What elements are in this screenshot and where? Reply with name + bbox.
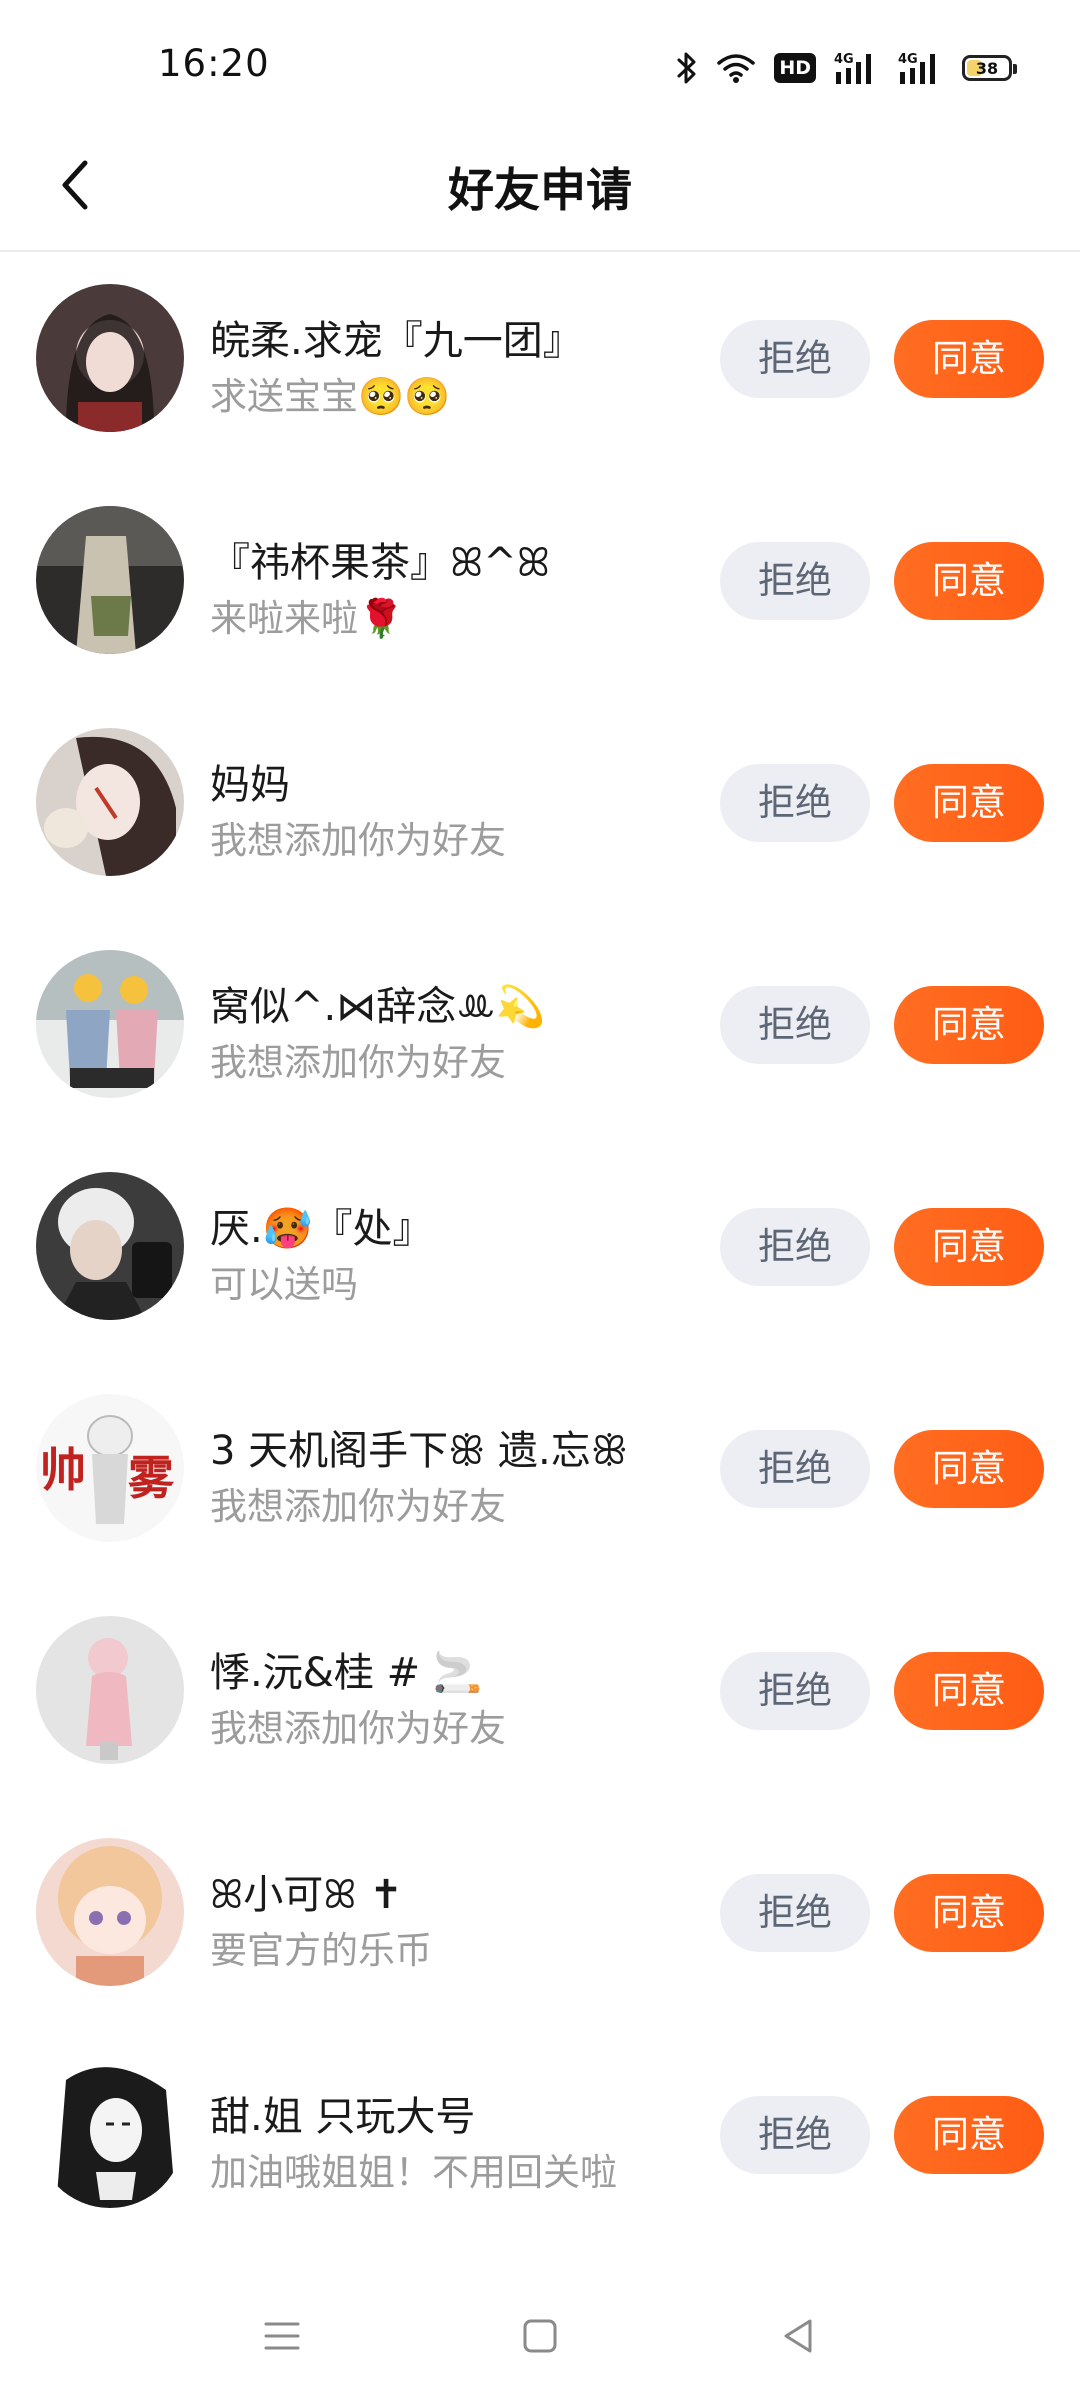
battery-icon: 38: [962, 55, 1017, 81]
reject-button[interactable]: 拒绝: [720, 986, 870, 1064]
avatar[interactable]: [36, 1172, 184, 1320]
accept-button[interactable]: 同意: [894, 986, 1044, 1064]
friend-name: 妈妈: [210, 762, 290, 808]
svg-text:4G: 4G: [834, 52, 854, 67]
friend-message: 我想添加你为好友: [210, 1707, 506, 1750]
status-icons: HD 4G 4G 38: [676, 46, 1017, 90]
avatar[interactable]: [36, 728, 184, 876]
friend-request-row: 甜.姐 只玩大号 加油哦姐姐！不用回关啦 拒绝 同意: [0, 2028, 1080, 2250]
back-triangle-icon[interactable]: [774, 2312, 822, 2360]
home-square-icon[interactable]: [516, 2312, 564, 2360]
reject-button[interactable]: 拒绝: [720, 1874, 870, 1952]
status-bar: 16:20 HD 4G 4G 38: [0, 0, 1080, 130]
friend-name: 悸.沅&桂 # 🚬: [210, 1650, 483, 1696]
header: 好友申请: [0, 130, 1080, 252]
friend-name: 3 天机阁手下ꕥ 遗.忘ꕥ: [210, 1428, 628, 1474]
avatar[interactable]: [36, 2060, 184, 2208]
reject-button[interactable]: 拒绝: [720, 764, 870, 842]
avatar[interactable]: [36, 506, 184, 654]
friend-request-row: 妈妈 我想添加你为好友 拒绝 同意: [0, 696, 1080, 918]
friend-message: 我想添加你为好友: [210, 819, 506, 862]
friend-request-row: 窝似^.⋈辞念ꔛ💫 我想添加你为好友 拒绝 同意: [0, 918, 1080, 1140]
avatar[interactable]: 帅 雾: [36, 1394, 184, 1542]
battery-level: 38: [975, 58, 999, 78]
svg-text:雾: 雾: [128, 1451, 175, 1505]
friend-name: 『祎杯果茶』ꕤ^ꕤ: [210, 540, 551, 586]
friend-name: 皖柔.求宠『九一团』: [210, 318, 583, 364]
accept-button[interactable]: 同意: [894, 764, 1044, 842]
page-title: 好友申请: [448, 163, 632, 217]
friend-message: 要官方的乐币: [210, 1929, 432, 1972]
reject-button[interactable]: 拒绝: [720, 320, 870, 398]
reject-button[interactable]: 拒绝: [720, 1208, 870, 1286]
system-nav-bar: [0, 2272, 1080, 2400]
signal-icon: 4G: [834, 50, 880, 86]
wifi-icon: [716, 51, 756, 85]
svg-text:4G: 4G: [898, 52, 918, 67]
accept-button[interactable]: 同意: [894, 320, 1044, 398]
friend-message: 我想添加你为好友: [210, 1041, 506, 1084]
friend-message: 可以送吗: [210, 1263, 358, 1306]
status-time: 16:20: [158, 42, 270, 85]
reject-button[interactable]: 拒绝: [720, 2096, 870, 2174]
menu-icon[interactable]: [258, 2312, 306, 2360]
friend-request-row: 悸.沅&桂 # 🚬 我想添加你为好友 拒绝 同意: [0, 1584, 1080, 1806]
friend-name: 窝似^.⋈辞念ꔛ💫: [210, 984, 546, 1030]
reject-button[interactable]: 拒绝: [720, 1652, 870, 1730]
friend-message: 加油哦姐姐！不用回关啦: [210, 2151, 617, 2194]
friend-name: 甜.姐 只玩大号: [210, 2094, 476, 2140]
signal-icon: 4G: [898, 50, 944, 86]
avatar[interactable]: [36, 1616, 184, 1764]
friend-message: 来啦来啦🌹: [210, 597, 405, 640]
friend-request-list: 皖柔.求宠『九一团』 求送宝宝🥺🥺 拒绝 同意 『祎杯果茶』ꕤ^ꕤ 来啦来啦🌹 …: [0, 252, 1080, 2250]
avatar[interactable]: [36, 1838, 184, 1986]
hd-icon: HD: [774, 53, 816, 83]
friend-name: 厌.🥵『处』: [210, 1206, 433, 1252]
avatar[interactable]: [36, 284, 184, 432]
friend-request-row: 『祎杯果茶』ꕤ^ꕤ 来啦来啦🌹 拒绝 同意: [0, 474, 1080, 696]
friend-request-row: 厌.🥵『处』 可以送吗 拒绝 同意: [0, 1140, 1080, 1362]
accept-button[interactable]: 同意: [894, 1874, 1044, 1952]
accept-button[interactable]: 同意: [894, 1652, 1044, 1730]
friend-requests-screen: 16:20 HD 4G 4G 38 好友申请 皖柔.求宠『九一团』 求送宝宝🥺🥺…: [0, 0, 1080, 2400]
bluetooth-icon: [676, 50, 698, 86]
accept-button[interactable]: 同意: [894, 2096, 1044, 2174]
friend-name: ꕤ小可ꕤ ✝: [210, 1872, 403, 1918]
friend-request-row: ꕤ小可ꕤ ✝ 要官方的乐币 拒绝 同意: [0, 1806, 1080, 2028]
friend-message: 我想添加你为好友: [210, 1485, 506, 1528]
friend-request-row: 皖柔.求宠『九一团』 求送宝宝🥺🥺 拒绝 同意: [0, 252, 1080, 474]
friend-message: 求送宝宝🥺🥺: [210, 375, 451, 418]
reject-button[interactable]: 拒绝: [720, 542, 870, 620]
avatar[interactable]: [36, 950, 184, 1098]
accept-button[interactable]: 同意: [894, 1430, 1044, 1508]
friend-request-row: 帅 雾 3 天机阁手下ꕥ 遗.忘ꕥ 我想添加你为好友 拒绝 同意: [0, 1362, 1080, 1584]
accept-button[interactable]: 同意: [894, 1208, 1044, 1286]
reject-button[interactable]: 拒绝: [720, 1430, 870, 1508]
svg-text:帅: 帅: [40, 1443, 86, 1497]
accept-button[interactable]: 同意: [894, 542, 1044, 620]
